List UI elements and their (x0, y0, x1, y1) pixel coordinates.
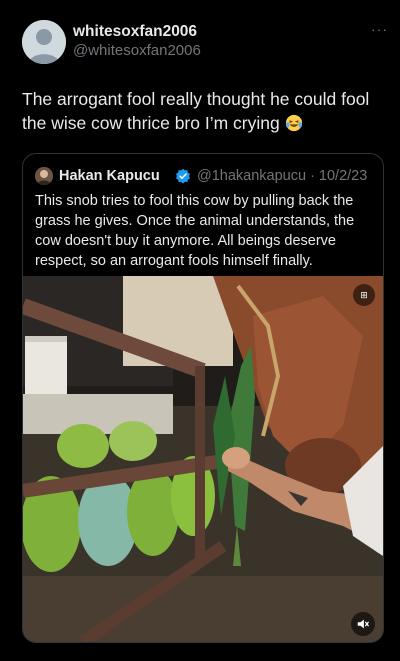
quoted-post[interactable]: Hakan Kapucu @1hakankapucu · 10/2/23 Thi… (22, 153, 384, 643)
quoted-post-text: This snob tries to fool this cow by pull… (35, 193, 355, 269)
avatar[interactable] (22, 20, 66, 64)
quoted-author-name[interactable]: Hakan Kapucu (59, 168, 160, 184)
video-frame-image (23, 276, 383, 642)
post-text-body: The arrogant fool really thought he coul… (22, 89, 370, 133)
default-avatar-icon (22, 20, 66, 64)
speaker-mute-icon[interactable] (351, 612, 375, 636)
more-options-icon[interactable]: ··· (371, 21, 388, 37)
post-header: whitesoxfan2006 @whitesoxfan2006 ··· (22, 19, 388, 65)
media-grid-icon[interactable]: ⊞ (353, 284, 375, 306)
verified-badge-icon (176, 168, 190, 184)
laughing-crying-emoji-icon (285, 114, 302, 132)
author-handle[interactable]: @whitesoxfan2006 (73, 42, 201, 59)
avatar-photo-icon (35, 167, 53, 185)
quoted-author-avatar[interactable] (35, 167, 53, 185)
quoted-author-handle-date[interactable]: @1hakankapucu · 10/2/23 (197, 168, 367, 184)
video-player[interactable]: ⊞ (23, 276, 383, 642)
post-text: The arrogant fool really thought he coul… (22, 87, 382, 135)
quoted-post-header: Hakan Kapucu @1hakankapucu · 10/2/23 (35, 166, 375, 186)
author-name[interactable]: whitesoxfan2006 (73, 23, 197, 41)
